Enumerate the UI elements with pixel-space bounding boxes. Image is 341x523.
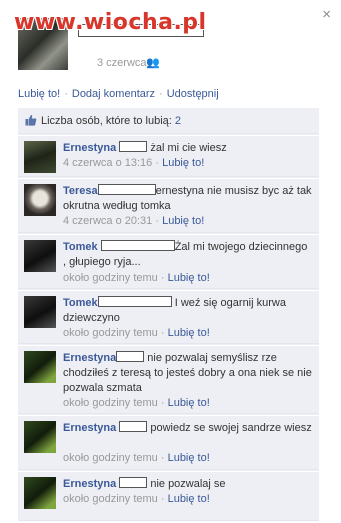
comment-text: nie pozwalaj se xyxy=(150,478,226,490)
comment-body: Ernestyna nie pozwalaj se xyxy=(63,477,313,492)
commenter-name[interactable]: Ernestyna xyxy=(63,478,116,490)
comment-meta: około godziny temu · Lubię to! xyxy=(63,272,210,285)
separator: · xyxy=(160,493,165,505)
comment-meta: 4 czerwca o 20:31 · Lubię to! xyxy=(63,215,204,228)
comment-like-link[interactable]: Lubię to! xyxy=(168,397,210,409)
friends-icon[interactable]: 👥 xyxy=(146,56,160,69)
comment-like-link[interactable]: Lubię to! xyxy=(168,272,210,284)
share-link[interactable]: Udostępnij xyxy=(167,88,219,100)
comment-body: Teresa ernestyna nie musisz byc aż tak ok… xyxy=(63,184,313,214)
comment-text: Żal mi twojego dziecinnego , głupiego ry… xyxy=(63,241,308,268)
commenter-avatar[interactable] xyxy=(24,240,56,272)
comment-timestamp[interactable]: około godziny temu xyxy=(63,397,158,409)
separator: · xyxy=(159,88,163,100)
comment-timestamp[interactable]: 4 czerwca o 13:16 xyxy=(63,157,152,169)
comment-item: Tomek Żal mi twojego dziecinnego , głupi… xyxy=(18,234,319,289)
comment-like-link[interactable]: Lubię to! xyxy=(168,493,210,505)
comment-item: Ernestyna żal mi cie wiesz 4 czerwca o 1… xyxy=(18,135,319,177)
commenter-name[interactable]: Ernestyna xyxy=(63,142,116,154)
comment-thread: Liczba osób, które to lubią: 2 Ernestyna… xyxy=(18,108,319,521)
comment-meta: około godziny temu · Lubię to! xyxy=(63,397,210,410)
comment-like-link[interactable]: Lubię to! xyxy=(162,215,204,227)
comment-item: Ernestyna powiedz se swojej sandrze wies… xyxy=(18,415,319,470)
comment-timestamp[interactable]: około godziny temu xyxy=(63,327,158,339)
redacted-surname xyxy=(116,351,145,362)
watermark-logo: www.wiocha.pl xyxy=(14,10,207,35)
separator: · xyxy=(64,88,68,100)
commenter-avatar[interactable] xyxy=(24,184,56,216)
redacted-surname xyxy=(119,421,148,432)
comment-timestamp[interactable]: 4 czerwca o 20:31 xyxy=(63,215,152,227)
comment-timestamp[interactable]: około godziny temu xyxy=(63,272,158,284)
comment-like-link[interactable]: Lubię to! xyxy=(162,157,204,169)
comment-meta: około godziny temu · Lubię to! xyxy=(63,452,210,465)
commenter-name[interactable]: Tomek xyxy=(63,297,98,309)
comment-body: Ernestyna powiedz se swojej sandrze wies… xyxy=(63,421,313,436)
likes-summary: Liczba osób, które to lubią: 2 xyxy=(18,108,319,134)
separator: · xyxy=(160,452,165,464)
redacted-surname xyxy=(100,240,175,251)
add-comment-link[interactable]: Dodaj komentarz xyxy=(72,88,155,100)
commenter-avatar[interactable] xyxy=(24,477,56,509)
post-date[interactable]: 3 czerwca xyxy=(97,57,147,69)
separator: · xyxy=(155,157,160,169)
redacted-surname xyxy=(119,141,148,152)
likes-count-link[interactable]: 2 xyxy=(175,115,181,127)
comment-body: Tomek I weź się ogarnij kurwa dziewczyno xyxy=(63,296,313,326)
separator: · xyxy=(160,327,165,339)
close-icon[interactable]: × xyxy=(322,6,331,23)
separator: · xyxy=(160,397,165,409)
commenter-avatar[interactable] xyxy=(24,141,56,173)
comment-item: Teresa ernestyna nie musisz byc aż tak ok… xyxy=(18,178,319,233)
commenter-name[interactable]: Ernestyna xyxy=(63,422,116,434)
post-actions: Lubię to! · Dodaj komentarz · Udostępnij xyxy=(18,88,219,100)
commenter-name[interactable]: Teresa xyxy=(63,185,98,197)
comment-meta: 4 czerwca o 13:16 · Lubię to! xyxy=(63,157,204,170)
comment-body: Ernestyna żal mi cie wiesz xyxy=(63,141,313,156)
commenter-avatar[interactable] xyxy=(24,296,56,328)
commenter-avatar[interactable] xyxy=(24,421,56,453)
comment-text: żal mi cie wiesz xyxy=(150,142,227,154)
comment-body: Tomek Żal mi twojego dziecinnego , głupi… xyxy=(63,240,313,270)
comment-meta: około godziny temu · Lubię to! xyxy=(63,327,210,340)
thumbs-up-icon xyxy=(25,114,37,126)
separator: · xyxy=(160,272,165,284)
comment-text: powiedz se swojej sandrze wiesz xyxy=(150,422,312,434)
commenter-avatar[interactable] xyxy=(24,351,56,383)
comment-timestamp[interactable]: około godziny temu xyxy=(63,493,158,505)
redacted-surname xyxy=(119,477,148,488)
separator: · xyxy=(155,215,160,227)
comment-like-link[interactable]: Lubię to! xyxy=(168,452,210,464)
commenter-name[interactable]: Ernestyna xyxy=(63,352,116,364)
redacted-surname xyxy=(97,296,172,307)
comment-item: Ernestyna nie pozwalaj se około godziny … xyxy=(18,471,319,521)
commenter-name[interactable]: Tomek xyxy=(63,241,98,253)
comment-meta: około godziny temu · Lubię to! xyxy=(63,493,210,506)
redacted-surname xyxy=(97,184,156,195)
comment-like-link[interactable]: Lubię to! xyxy=(168,327,210,339)
comment-item: Ernestyna nie pozwalaj semyślisz rze cho… xyxy=(18,345,319,414)
comment-item: Tomek I weź się ogarnij kurwa dziewczyno… xyxy=(18,290,319,344)
comment-timestamp[interactable]: około godziny temu xyxy=(63,452,158,464)
comment-body: Ernestyna nie pozwalaj semyślisz rze cho… xyxy=(63,351,313,396)
like-link[interactable]: Lubię to! xyxy=(18,88,60,100)
likes-label: Liczba osób, które to lubią: xyxy=(41,115,172,127)
